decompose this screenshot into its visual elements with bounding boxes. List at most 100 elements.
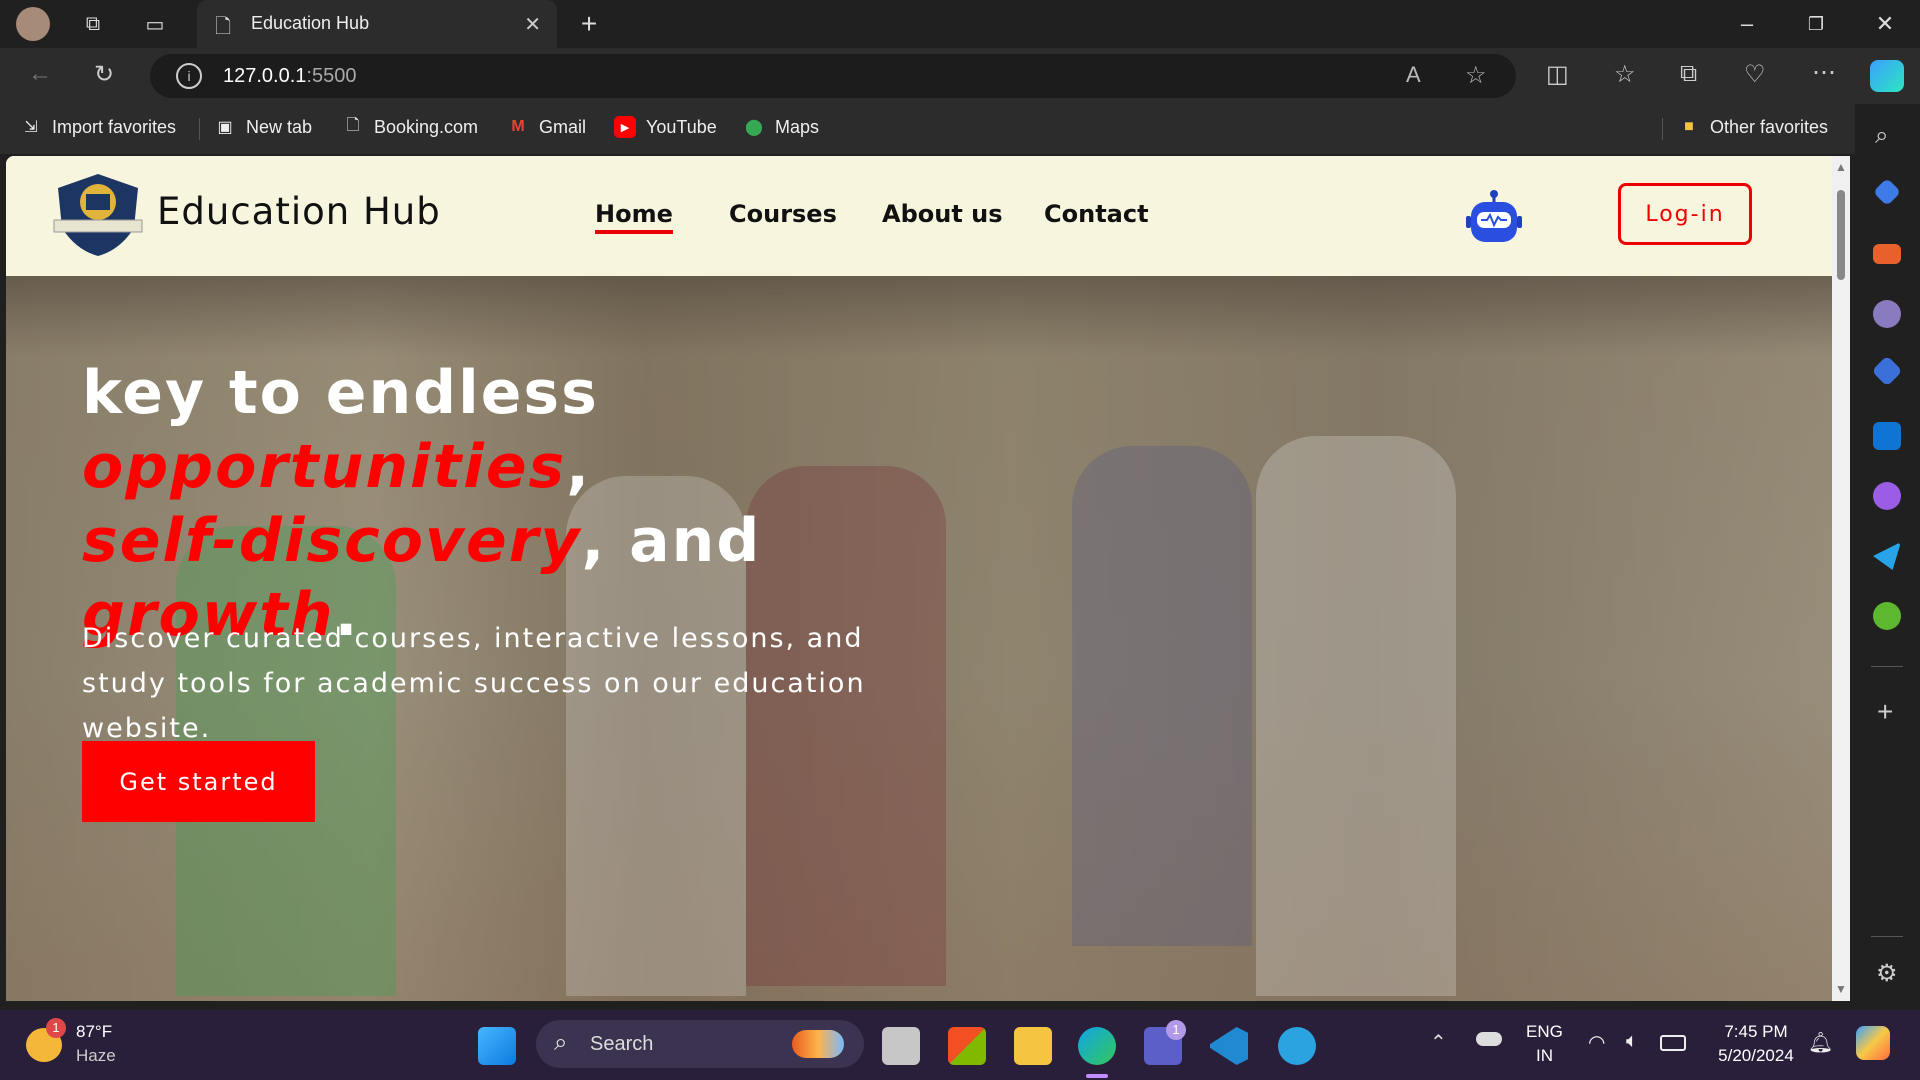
browser-tab[interactable]: 🗋 Education Hub ✕: [197, 0, 557, 48]
tools-icon[interactable]: [1873, 244, 1901, 264]
shopping-tag-icon[interactable]: [1872, 177, 1902, 207]
wifi-icon[interactable]: ◠: [1588, 1030, 1605, 1055]
favorites-icon[interactable]: ☆: [1614, 60, 1636, 89]
bookmark-gmail[interactable]: M Gmail: [507, 116, 586, 138]
youtube-icon: ▶: [614, 116, 636, 138]
nav-home-link[interactable]: Home: [595, 200, 673, 234]
divider: [1871, 666, 1903, 667]
microsoft-store-icon[interactable]: [948, 1027, 986, 1065]
read-aloud-icon[interactable]: A: [1406, 62, 1421, 88]
favorite-star-icon[interactable]: ☆: [1465, 61, 1487, 90]
profile-avatar[interactable]: [16, 7, 50, 41]
bookmark-booking[interactable]: 🗋 Booking.com: [342, 116, 479, 138]
send-icon[interactable]: [1873, 542, 1901, 570]
language-region[interactable]: IN: [1536, 1046, 1553, 1066]
back-icon[interactable]: ←: [28, 60, 52, 88]
telegram-icon[interactable]: [1278, 1027, 1316, 1065]
nav-about-link[interactable]: About us: [882, 200, 1003, 228]
site-brand[interactable]: Education Hub: [157, 190, 441, 233]
onedrive-cloud-icon[interactable]: [1476, 1032, 1502, 1046]
url-text[interactable]: 127.0.0.1:5500: [223, 65, 356, 88]
designer-icon[interactable]: [1873, 482, 1901, 510]
games-icon[interactable]: [1873, 300, 1901, 328]
bookmarks-bar: ⇲ Import favorites ▣ New tab 🗋 Booking.com …: [0, 104, 1920, 154]
hero-section: key to endless opportunities, self-disco…: [6, 276, 1832, 1001]
notifications-bell-icon[interactable]: 🔔︎: [1808, 1030, 1833, 1055]
active-app-indicator: [1086, 1074, 1108, 1078]
maps-pin-icon: ⬤: [745, 119, 763, 136]
new-tab-icon: ▣: [217, 119, 233, 136]
weather-badge: 1: [46, 1018, 66, 1038]
outlook-icon[interactable]: [1873, 422, 1901, 450]
collections-icon[interactable]: ⧉: [1680, 60, 1697, 88]
edge-sidebar: ⌕ + ⚙: [1855, 104, 1920, 1010]
tab-actions-icon[interactable]: ▭: [140, 9, 170, 39]
bookmark-other-favorites[interactable]: ■ Other favorites: [1678, 116, 1828, 138]
battery-icon[interactable]: [1660, 1035, 1686, 1051]
divider: [199, 118, 200, 140]
divider: [1871, 936, 1903, 937]
scroll-down-icon[interactable]: ▼: [1835, 982, 1847, 996]
workspaces-icon[interactable]: ⧉: [78, 9, 108, 39]
hero-image-backdrop: [6, 276, 1832, 356]
nav-contact-link[interactable]: Contact: [1044, 200, 1149, 228]
weather-desc[interactable]: Haze: [76, 1046, 116, 1066]
gmail-icon: M: [511, 118, 525, 135]
teams-badge: 1: [1166, 1020, 1186, 1040]
site-header: Education Hub Home Courses About us Cont…: [6, 156, 1832, 276]
scrollbar-thumb[interactable]: [1837, 190, 1845, 280]
start-windows-icon[interactable]: [478, 1027, 516, 1065]
volume-icon[interactable]: 🔈︎: [1626, 1030, 1638, 1053]
webpage: Education Hub Home Courses About us Cont…: [6, 156, 1832, 1001]
hero-image-person: [1072, 446, 1252, 946]
bookmark-maps[interactable]: ⬤ Maps: [743, 116, 819, 138]
clock-time[interactable]: 7:45 PM: [1716, 1022, 1796, 1042]
minimize-icon[interactable]: –: [1727, 8, 1767, 40]
navigation-bar: ← ↻ i 127.0.0.1:5500 A ☆ ◫ ☆ ⧉ ♡ ⋯: [0, 48, 1920, 104]
split-screen-icon[interactable]: ◫: [1546, 60, 1569, 89]
bookmark-import-favorites[interactable]: ⇲ Import favorites: [20, 116, 176, 138]
search-icon: ⌕: [554, 1029, 568, 1056]
address-bar[interactable]: i 127.0.0.1:5500 A ☆: [150, 54, 1516, 98]
clock-date[interactable]: 5/20/2024: [1710, 1046, 1802, 1066]
edge-browser-icon[interactable]: [1078, 1027, 1116, 1065]
nav-courses-link[interactable]: Courses: [729, 200, 837, 228]
bookmark-youtube[interactable]: ▶ YouTube: [614, 116, 717, 138]
close-tab-icon[interactable]: ✕: [524, 12, 541, 37]
settings-gear-icon[interactable]: ⚙: [1876, 959, 1898, 988]
restore-icon[interactable]: ❐: [1796, 8, 1836, 40]
browser-essentials-icon[interactable]: ♡: [1744, 60, 1766, 89]
site-info-icon[interactable]: i: [176, 63, 202, 89]
search-highlight-icon: [792, 1030, 844, 1058]
page-scrollbar[interactable]: ▲ ▼: [1832, 156, 1850, 1001]
tab-title: Education Hub: [251, 13, 370, 33]
task-view-icon[interactable]: [882, 1027, 920, 1065]
copilot-taskbar-icon[interactable]: [1856, 1026, 1890, 1060]
weather-temp[interactable]: 87°F: [76, 1022, 112, 1042]
chatbot-robot-icon[interactable]: [1465, 190, 1523, 246]
page-icon: 🗋: [215, 16, 232, 38]
taskbar-search[interactable]: ⌕ Search: [536, 1020, 864, 1068]
bookmark-new-tab[interactable]: ▣ New tab: [214, 116, 312, 138]
new-tab-icon[interactable]: +: [574, 8, 604, 39]
refresh-icon[interactable]: ↻: [94, 60, 114, 89]
close-window-icon[interactable]: ✕: [1865, 8, 1905, 40]
more-options-icon[interactable]: ⋯: [1812, 58, 1836, 87]
add-icon[interactable]: +: [1877, 696, 1893, 728]
microsoft365-icon[interactable]: [1871, 355, 1903, 387]
tree-icon[interactable]: [1873, 602, 1901, 630]
hero-image-person: [1256, 436, 1456, 996]
title-bar: ⧉ ▭ 🗋 Education Hub ✕ + – ❐ ✕: [0, 0, 1920, 48]
language-code[interactable]: ENG: [1526, 1022, 1563, 1042]
page-icon: 🗋: [346, 116, 360, 134]
search-icon[interactable]: ⌕: [1875, 122, 1888, 150]
copilot-icon[interactable]: [1870, 60, 1904, 92]
vscode-icon[interactable]: [1210, 1027, 1248, 1065]
scroll-up-icon[interactable]: ▲: [1835, 160, 1847, 174]
get-started-button[interactable]: Get started: [82, 741, 315, 822]
file-explorer-icon[interactable]: [1014, 1027, 1052, 1065]
login-button[interactable]: Log-in: [1618, 183, 1752, 245]
show-hidden-icons[interactable]: ⌃: [1430, 1030, 1447, 1055]
taskbar: 1 87°F Haze ⌕ Search 1 ⌃ ENG IN ◠ 🔈︎ 7:4…: [0, 1010, 1920, 1080]
search-label: Search: [590, 1033, 654, 1055]
